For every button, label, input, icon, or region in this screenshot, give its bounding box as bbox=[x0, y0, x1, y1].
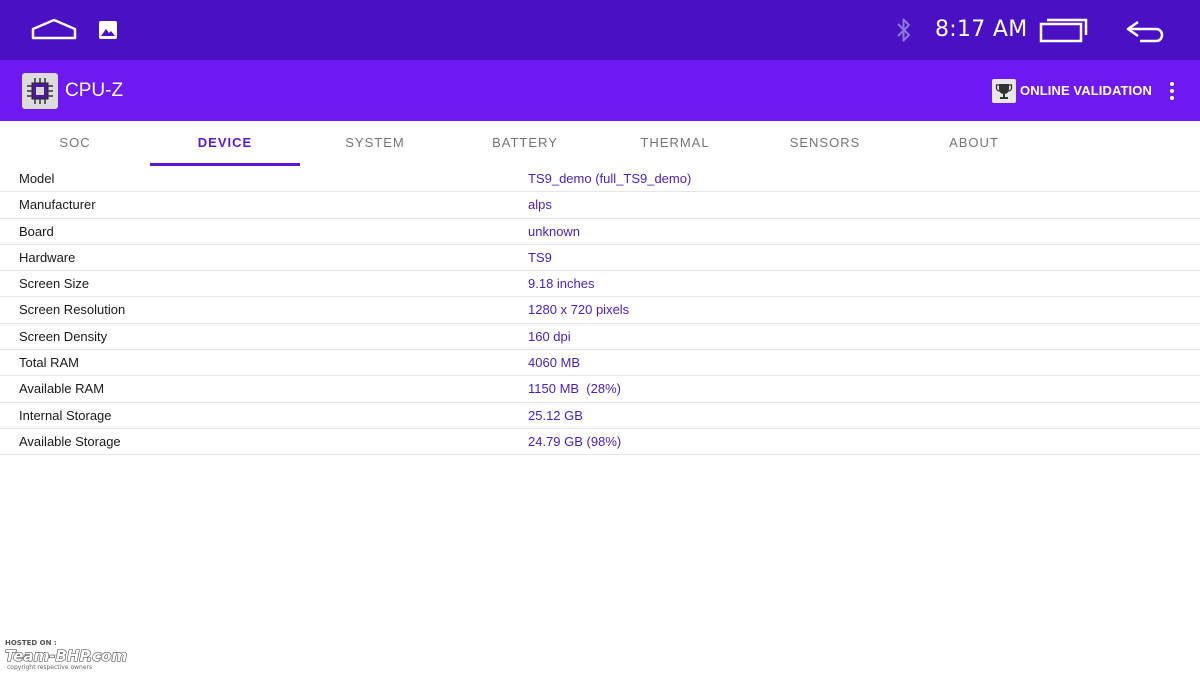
table-row: Board unknown bbox=[0, 219, 1200, 245]
gallery-icon[interactable] bbox=[96, 0, 120, 60]
trophy-icon bbox=[992, 78, 1016, 103]
status-bar: 8:17 AM bbox=[0, 0, 1200, 60]
tab-battery[interactable]: BATTERY bbox=[450, 121, 600, 166]
row-label-available-ram: Available RAM bbox=[19, 381, 105, 397]
row-label-total-ram: Total RAM bbox=[19, 355, 79, 371]
bluetooth-icon bbox=[893, 0, 915, 60]
recent-apps-icon[interactable] bbox=[1038, 0, 1090, 60]
app-title: CPU-Z bbox=[65, 80, 124, 101]
row-value-model: TS9_demo (full_TS9_demo) bbox=[528, 171, 692, 186]
watermark-copyright: copyright respective owners bbox=[7, 664, 92, 671]
tab-thermal[interactable]: THERMAL bbox=[600, 121, 750, 166]
overflow-menu-icon[interactable] bbox=[1160, 60, 1184, 121]
row-label-board: Board bbox=[19, 223, 54, 239]
table-row: Available RAM 1150 MB (28%) bbox=[0, 376, 1200, 403]
table-row: Screen Size 9.18 inches bbox=[0, 271, 1200, 298]
app-bar: CPU-Z ONLINE VALIDATION bbox=[0, 60, 1200, 121]
row-value-hardware: TS9 bbox=[528, 249, 552, 265]
row-value-screen-size: 9.18 inches bbox=[528, 276, 595, 292]
tab-device[interactable]: DEVICE bbox=[150, 121, 300, 166]
tab-about[interactable]: ABOUT bbox=[899, 121, 1049, 166]
row-value-board: unknown bbox=[528, 223, 581, 239]
table-row: Available Storage 24.79 GB (98%) bbox=[0, 429, 1200, 456]
cpu-chip-icon bbox=[22, 73, 58, 109]
online-validation-button[interactable]: ONLINE VALIDATION bbox=[992, 60, 1152, 121]
back-icon[interactable] bbox=[1123, 0, 1169, 60]
row-label-hardware: Hardware bbox=[19, 249, 76, 265]
table-row: Total RAM 4060 MB bbox=[0, 350, 1200, 377]
tab-system[interactable]: SYSTEM bbox=[300, 121, 450, 166]
online-validation-label: ONLINE VALIDATION bbox=[1020, 83, 1152, 98]
row-value-manufacturer: alps bbox=[528, 197, 552, 213]
table-row: Manufacturer alps bbox=[0, 192, 1200, 219]
table-row: Model TS9_demo (full_TS9_demo) bbox=[0, 166, 1200, 193]
row-value-screen-density: 160 dpi bbox=[528, 328, 571, 344]
table-row: Screen Resolution 1280 x 720 pixels bbox=[0, 297, 1200, 324]
row-label-internal-storage: Internal Storage bbox=[19, 407, 112, 423]
home-icon[interactable] bbox=[30, 0, 78, 60]
row-label-available-storage: Available Storage bbox=[19, 433, 121, 449]
team-bhp-watermark: HOSTED ON : Team-BHP.com copyright respe… bbox=[4, 638, 184, 674]
row-label-screen-size: Screen Size bbox=[19, 276, 90, 292]
row-label-screen-density: Screen Density bbox=[19, 328, 108, 344]
tab-soc[interactable]: SOC bbox=[0, 121, 150, 166]
table-row: Hardware TS9 bbox=[0, 245, 1200, 272]
tab-sensors[interactable]: SENSORS bbox=[750, 121, 900, 166]
tab-bar: SOC DEVICE SYSTEM BATTERY THERMAL SENSOR… bbox=[0, 121, 1200, 166]
row-value-screen-resolution: 1280 x 720 pixels bbox=[528, 302, 630, 318]
table-row: Screen Density 160 dpi bbox=[0, 324, 1200, 351]
row-value-available-ram: 1150 MB (28%) bbox=[528, 381, 621, 397]
watermark-hosted-on: HOSTED ON : bbox=[5, 639, 57, 647]
row-value-available-storage: 24.79 GB (98%) bbox=[528, 433, 622, 449]
clock: 8:17 AM bbox=[935, 17, 1028, 42]
row-label-manufacturer: Manufacturer bbox=[19, 197, 96, 213]
table-row: Internal Storage 25.12 GB bbox=[0, 403, 1200, 429]
row-value-total-ram: 4060 MB bbox=[528, 355, 581, 371]
watermark-logo-text: Team-BHP.com bbox=[5, 647, 127, 665]
row-label-model: Model bbox=[19, 171, 55, 186]
row-label-screen-resolution: Screen Resolution bbox=[19, 302, 126, 318]
device-info-table: Model TS9_demo (full_TS9_demo) Manufactu… bbox=[0, 166, 1200, 456]
row-value-internal-storage: 25.12 GB bbox=[528, 407, 583, 423]
